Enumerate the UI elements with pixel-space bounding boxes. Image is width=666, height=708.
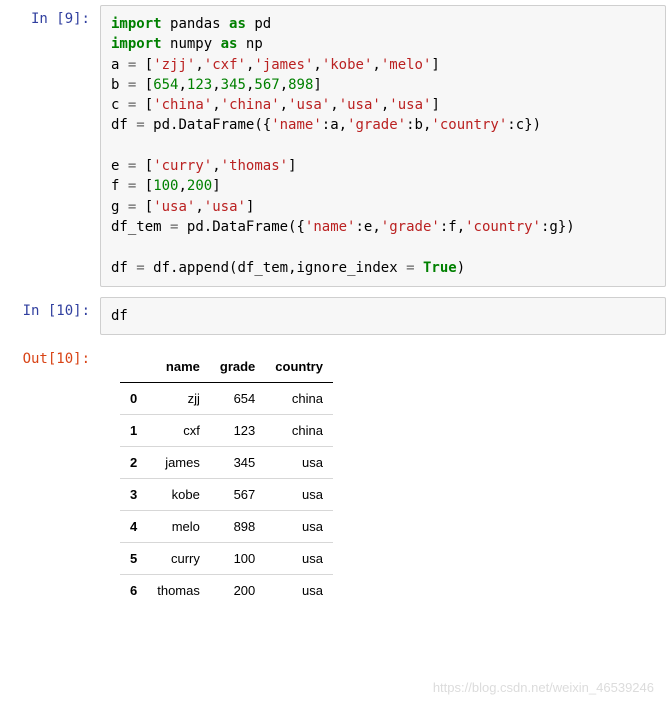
row-index: 2: [120, 447, 147, 479]
output-area-10: name grade country 0zjj654china1cxf123ch…: [100, 345, 666, 606]
cell-country: usa: [265, 479, 333, 511]
table-header-row: name grade country: [120, 351, 333, 383]
code-input-10[interactable]: df: [100, 297, 666, 335]
table-row: 6thomas200usa: [120, 575, 333, 607]
cell-country: china: [265, 383, 333, 415]
cell-name: kobe: [147, 479, 210, 511]
cell-name: curry: [147, 543, 210, 575]
cell-name: zjj: [147, 383, 210, 415]
row-index: 1: [120, 415, 147, 447]
out-prompt-10: Out[10]:: [0, 345, 100, 606]
output-cell-10: Out[10]: name grade country 0zjj654china…: [0, 340, 666, 611]
watermark-text: https://blog.csdn.net/weixin_46539246: [433, 680, 654, 695]
in-prompt-10: In [10]:: [0, 297, 100, 335]
cell-grade: 200: [210, 575, 265, 607]
row-index: 6: [120, 575, 147, 607]
cell-name: melo: [147, 511, 210, 543]
cell-grade: 898: [210, 511, 265, 543]
table-row: 0zjj654china: [120, 383, 333, 415]
table-row: 3kobe567usa: [120, 479, 333, 511]
col-header: country: [265, 351, 333, 383]
cell-country: usa: [265, 511, 333, 543]
code-input-9[interactable]: import pandas as pd import numpy as np a…: [100, 5, 666, 287]
dataframe-table: name grade country 0zjj654china1cxf123ch…: [120, 351, 333, 606]
cell-name: cxf: [147, 415, 210, 447]
cell-name: james: [147, 447, 210, 479]
col-header: name: [147, 351, 210, 383]
row-index: 0: [120, 383, 147, 415]
cell-grade: 100: [210, 543, 265, 575]
cell-grade: 345: [210, 447, 265, 479]
table-row: 2james345usa: [120, 447, 333, 479]
table-row: 5curry100usa: [120, 543, 333, 575]
cell-country: china: [265, 415, 333, 447]
cell-country: usa: [265, 543, 333, 575]
cell-country: usa: [265, 447, 333, 479]
row-index: 3: [120, 479, 147, 511]
table-row: 1cxf123china: [120, 415, 333, 447]
col-header: grade: [210, 351, 265, 383]
cell-grade: 654: [210, 383, 265, 415]
cell-name: thomas: [147, 575, 210, 607]
table-row: 4melo898usa: [120, 511, 333, 543]
row-index: 4: [120, 511, 147, 543]
cell-grade: 567: [210, 479, 265, 511]
cell-country: usa: [265, 575, 333, 607]
code-cell-9: In [9]: import pandas as pd import numpy…: [0, 0, 666, 292]
row-index: 5: [120, 543, 147, 575]
cell-grade: 123: [210, 415, 265, 447]
in-prompt-9: In [9]:: [0, 5, 100, 287]
code-cell-10: In [10]: df: [0, 292, 666, 340]
